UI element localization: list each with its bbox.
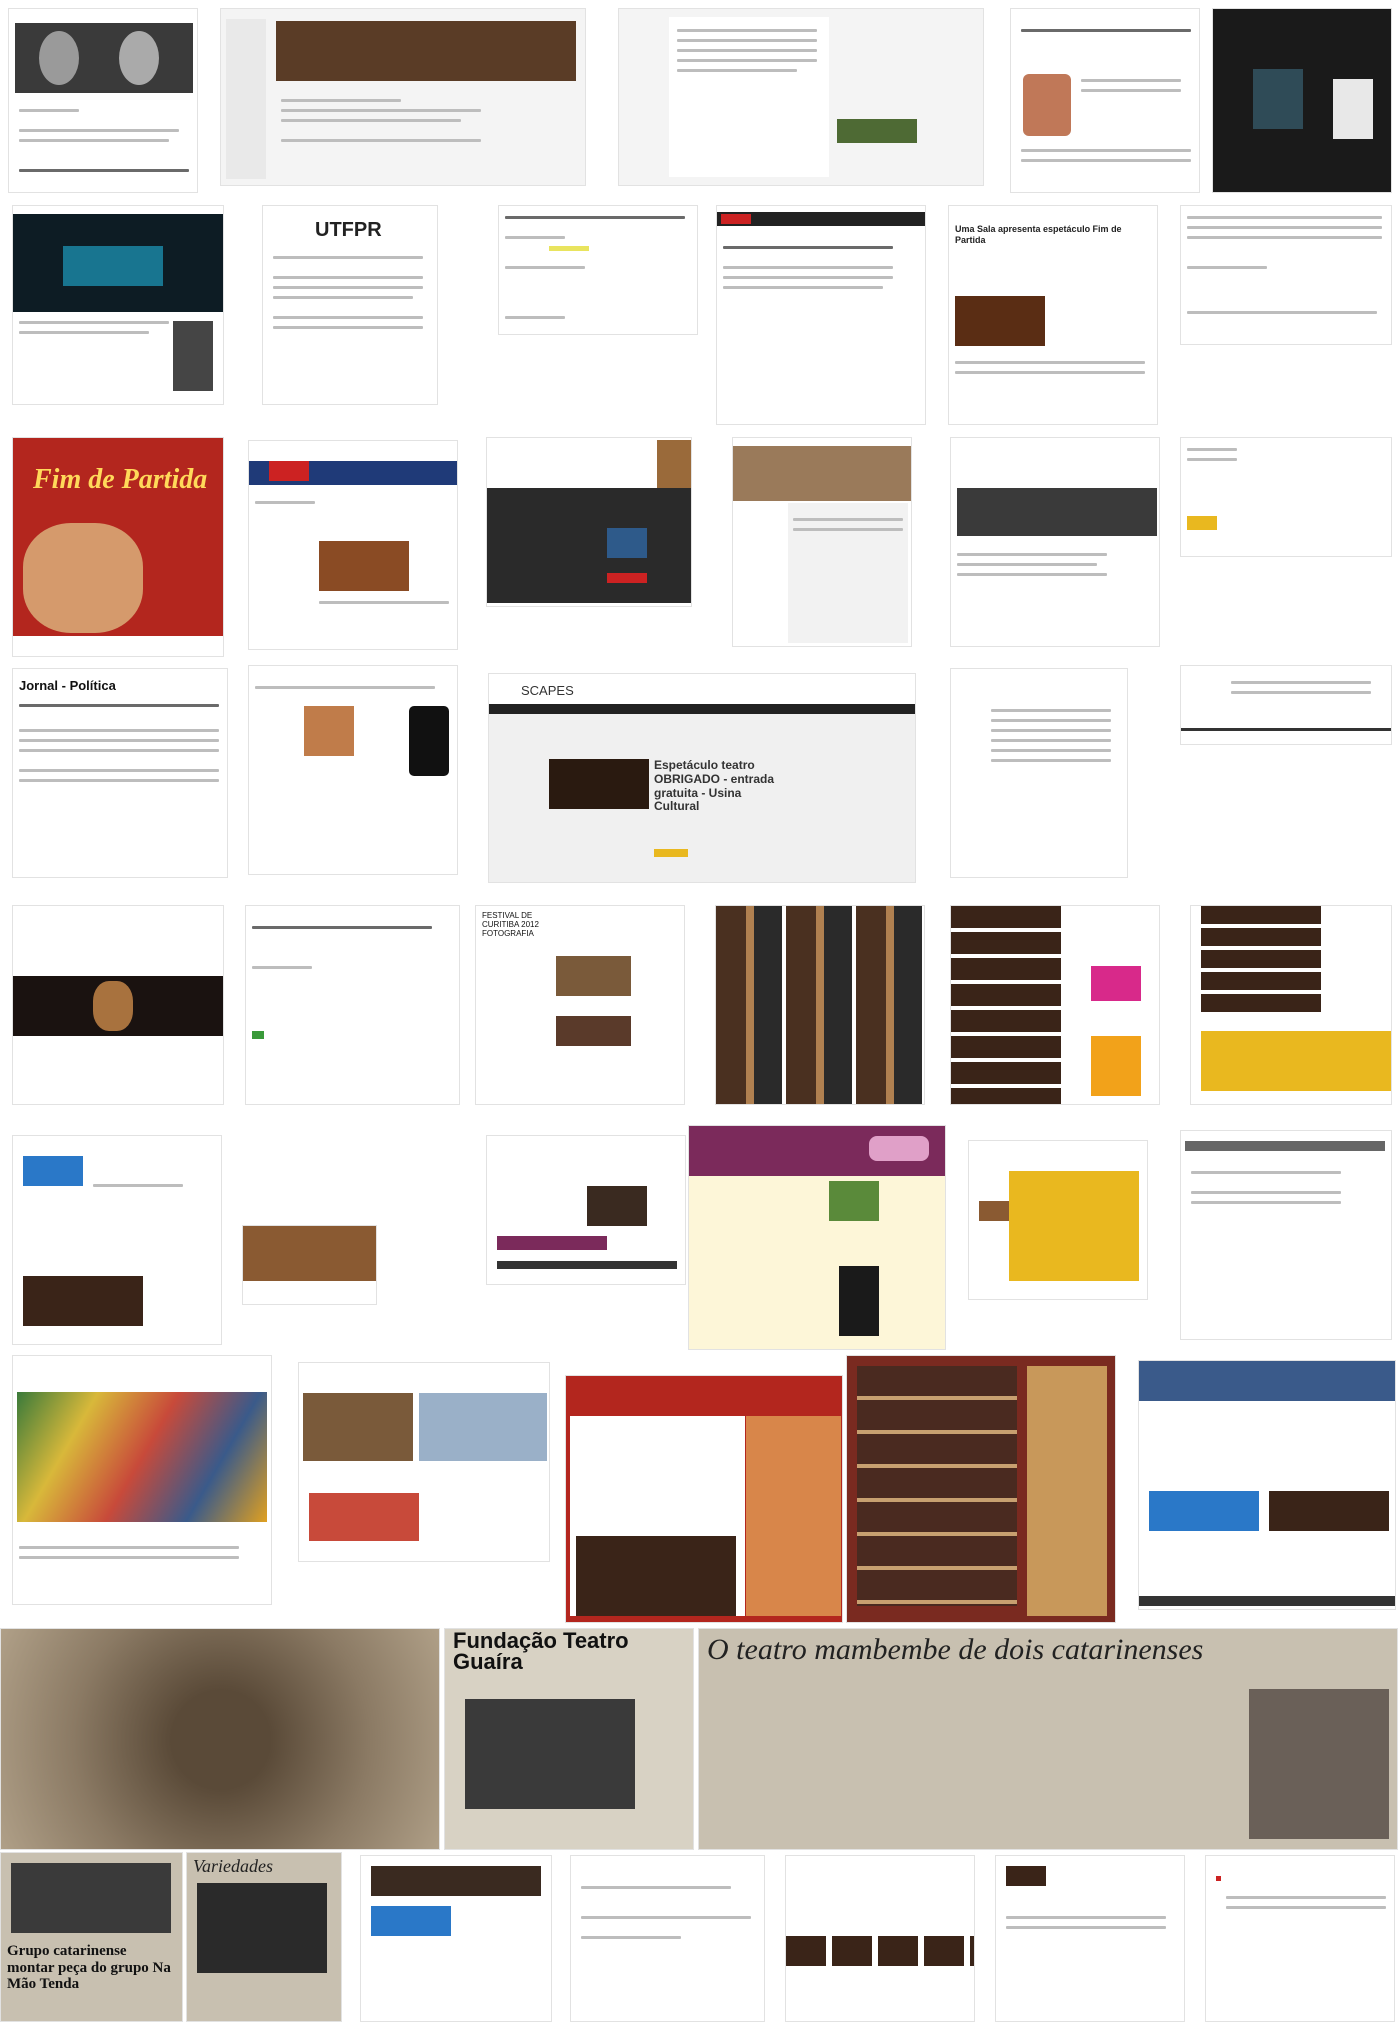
tile-cia-article[interactable]: Uma Sala apresenta espetáculo Fim de Par…	[948, 205, 1158, 425]
tile-poster-fim-de-partida[interactable]: Fim de Partida	[12, 437, 224, 657]
variedades-title: Variedades	[193, 1856, 273, 1876]
tile-sepia-crowd[interactable]	[0, 1628, 440, 1850]
tile-grupo-teatro[interactable]	[12, 1135, 222, 1345]
tile-media-strip[interactable]	[486, 1135, 686, 1285]
tile-text-page-3[interactable]	[1205, 1855, 1395, 2022]
tile-photo-grid-2[interactable]	[950, 905, 1160, 1105]
scapes-headline: Espetáculo teatro OBRIGADO - entrada gra…	[654, 758, 775, 814]
festival-title: FESTIVAL DE CURITIBA 2012 FOTOGRAFIA	[482, 911, 539, 938]
tile-text-page-2[interactable]	[995, 1855, 1185, 2022]
newspaper-title: O teatro mambembe de dois catarinenses	[707, 1633, 1204, 1666]
tile-blue-header-site[interactable]	[248, 440, 458, 650]
tile-video-site[interactable]	[1138, 1360, 1396, 1610]
cia-article-title: Uma Sala apresenta espetáculo Fim de Par…	[955, 224, 1122, 245]
tile-blue-page[interactable]	[360, 1855, 552, 2022]
tile-form-page[interactable]	[245, 905, 460, 1105]
tile-photo-grid-1[interactable]	[715, 905, 925, 1105]
tile-list-page[interactable]	[498, 205, 698, 335]
tile-grupo-clip[interactable]: Grupo catarinense montar peça do grupo N…	[0, 1852, 183, 2022]
poster-title: Fim de Partida	[33, 464, 208, 495]
tile-red-comedy[interactable]	[565, 1375, 843, 1623]
tile-yellow-flyer[interactable]	[968, 1140, 1148, 1300]
tile-jornal-politica[interactable]: Jornal - Política	[12, 668, 228, 878]
tile-colorful-painting[interactable]	[12, 1355, 272, 1605]
tile-article-text[interactable]	[618, 8, 984, 186]
tile-news-portal[interactable]	[716, 205, 926, 425]
tile-theatre-faces[interactable]	[8, 8, 198, 193]
tile-photo-collage[interactable]	[846, 1355, 1116, 1623]
tile-dark-video[interactable]	[486, 437, 692, 607]
tile-bw-strip[interactable]	[950, 437, 1160, 647]
tile-utfpr-page[interactable]: UTFPR	[262, 205, 438, 405]
jornal-heading: Jornal - Política	[19, 678, 116, 693]
utfpr-logo: UTFPR	[315, 219, 382, 241]
tile-small-list[interactable]	[1180, 665, 1392, 745]
tile-variedades[interactable]: Variedades	[186, 1852, 342, 2022]
tile-phone-page[interactable]	[248, 665, 458, 875]
tile-purple-program[interactable]	[688, 1125, 946, 1350]
tile-text-right[interactable]	[1180, 205, 1392, 345]
tile-bread-photo[interactable]	[242, 1225, 377, 1305]
tile-thumb-row[interactable]	[785, 1855, 975, 2022]
tile-yellow-banner[interactable]	[1190, 905, 1392, 1105]
tile-dark-stage[interactable]	[1212, 8, 1392, 193]
tile-reader-page[interactable]	[1180, 1130, 1392, 1340]
fundacao-title: Fundação Teatro Guaíra	[453, 1628, 629, 1674]
tile-data-table[interactable]	[950, 668, 1128, 878]
tile-castle-page[interactable]	[732, 437, 912, 647]
tile-blue-stage[interactable]	[12, 205, 224, 405]
grupo-headline: Grupo catarinense montar peça do grupo N…	[7, 1943, 171, 1992]
tile-festival[interactable]: FESTIVAL DE CURITIBA 2012 FOTOGRAFIA	[475, 905, 685, 1105]
tile-scapes[interactable]: SCAPES Espetáculo teatro OBRIGADO - entr…	[488, 673, 916, 883]
tile-site-banner[interactable]	[220, 8, 586, 186]
tile-yellow-button[interactable]	[1180, 437, 1392, 557]
tile-dark-poster[interactable]	[12, 905, 224, 1105]
tile-fundacao[interactable]: Fundação Teatro Guaíra	[444, 1628, 694, 1850]
tile-photo-row[interactable]	[298, 1362, 550, 1562]
tile-doc-page[interactable]	[570, 1855, 765, 2022]
tile-newspaper-clip[interactable]: O teatro mambembe de dois catarinenses	[698, 1628, 1398, 1850]
tile-blog-post[interactable]	[1010, 8, 1200, 193]
scapes-brand: SCAPES	[521, 683, 574, 698]
